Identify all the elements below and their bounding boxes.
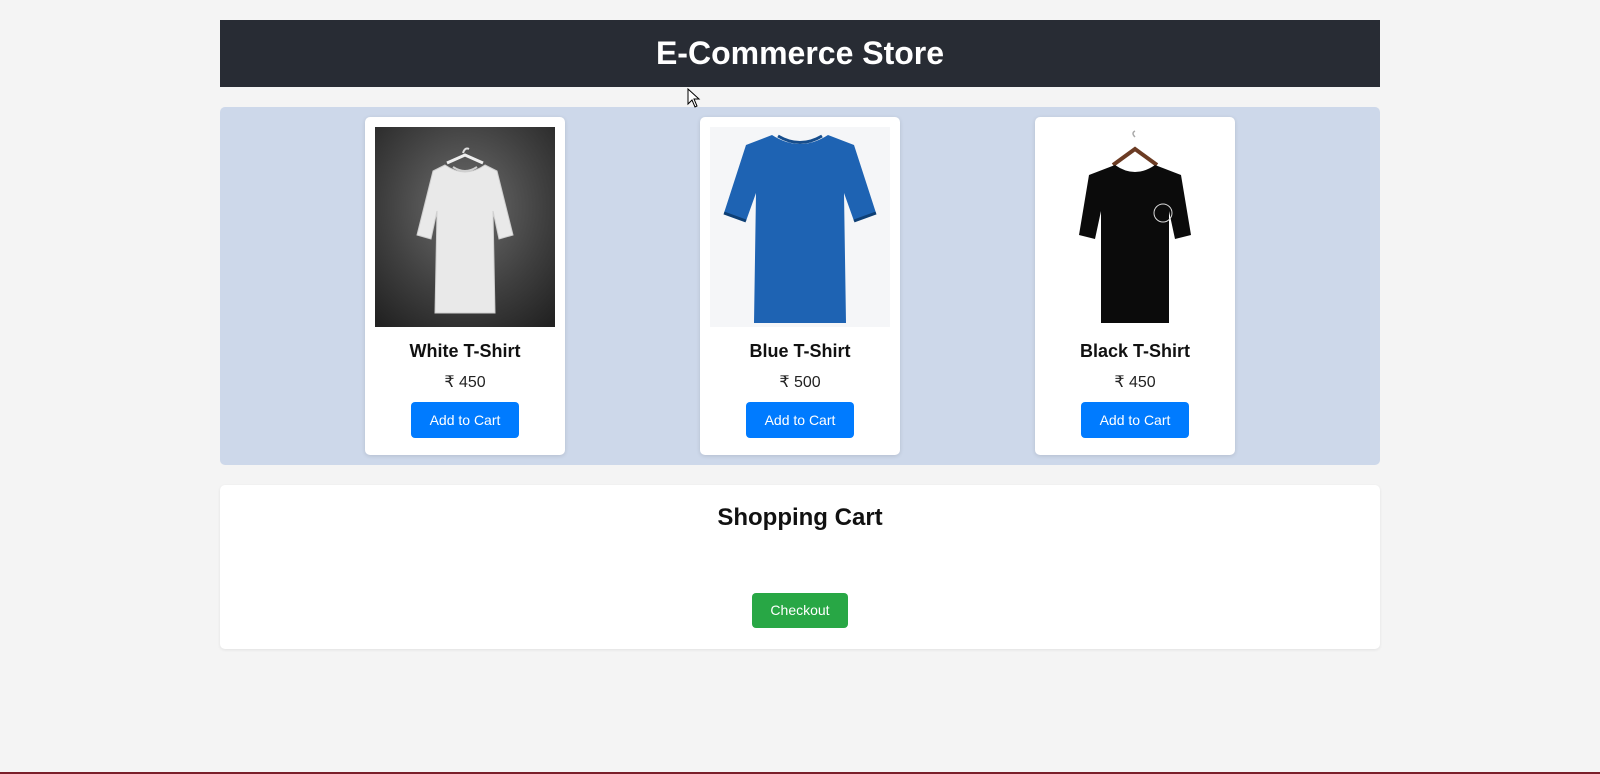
product-name: White T-Shirt	[409, 341, 521, 361]
product-price: ₹ 500	[779, 374, 821, 391]
product-list: White T-Shirt ₹ 450 Add to Cart Blue T-S…	[220, 107, 1380, 465]
cart-title: Shopping Cart	[717, 504, 883, 531]
product-card: White T-Shirt ₹ 450 Add to Cart	[365, 117, 565, 455]
app-container: E-Commerce Store White T-Shirt ₹ 450 Add…	[220, 20, 1380, 649]
add-to-cart-button[interactable]: Add to Cart	[746, 402, 854, 438]
black-tshirt-image	[1045, 127, 1225, 327]
product-card: Black T-Shirt ₹ 450 Add to Cart	[1035, 117, 1235, 455]
add-to-cart-button[interactable]: Add to Cart	[411, 402, 519, 438]
checkout-button[interactable]: Checkout	[752, 593, 848, 628]
product-card: Blue T-Shirt ₹ 500 Add to Cart	[700, 117, 900, 455]
product-name: Black T-Shirt	[1079, 341, 1191, 361]
product-price: ₹ 450	[444, 374, 486, 391]
mouse-cursor-icon	[687, 88, 701, 108]
page-title: E-Commerce Store	[655, 35, 945, 71]
add-to-cart-button[interactable]: Add to Cart	[1081, 402, 1189, 438]
blue-tshirt-image	[710, 127, 890, 327]
shopping-cart: Shopping Cart Checkout	[220, 485, 1380, 649]
white-tshirt-image	[375, 127, 555, 327]
product-price: ₹ 450	[1114, 374, 1156, 391]
site-header: E-Commerce Store	[220, 20, 1380, 87]
product-name: Blue T-Shirt	[749, 341, 851, 361]
